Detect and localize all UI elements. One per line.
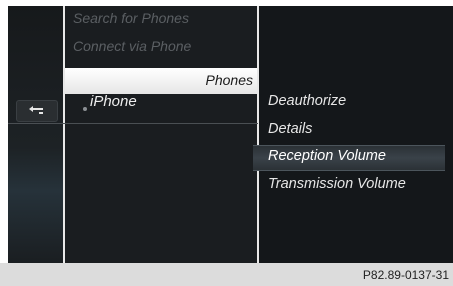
row-separator	[8, 123, 258, 124]
figure-caption-bar: P82.89-0137-31	[0, 263, 453, 286]
connect-via-phone-item[interactable]: Connect via Phone	[73, 38, 191, 54]
column-divider-1	[63, 6, 65, 263]
phone-list-item-iphone[interactable]: iPhone	[90, 93, 137, 110]
back-button[interactable]	[16, 100, 58, 122]
left-shade-panel	[8, 6, 65, 263]
search-for-phones-item[interactable]: Search for Phones	[73, 10, 189, 26]
phones-header-bar[interactable]: Phones	[65, 68, 257, 94]
column-divider-2	[257, 6, 259, 263]
figure-code: P82.89-0137-31	[362, 268, 449, 282]
option-details[interactable]: Details	[268, 121, 312, 137]
option-transmission-volume[interactable]: Transmission Volume	[268, 176, 406, 192]
phones-header-label: Phones	[205, 72, 253, 88]
option-deauthorize[interactable]: Deauthorize	[268, 93, 346, 109]
bullet-icon	[83, 107, 87, 111]
option-reception-volume[interactable]: Reception Volume	[268, 148, 386, 164]
back-arrow-icon	[29, 106, 43, 114]
